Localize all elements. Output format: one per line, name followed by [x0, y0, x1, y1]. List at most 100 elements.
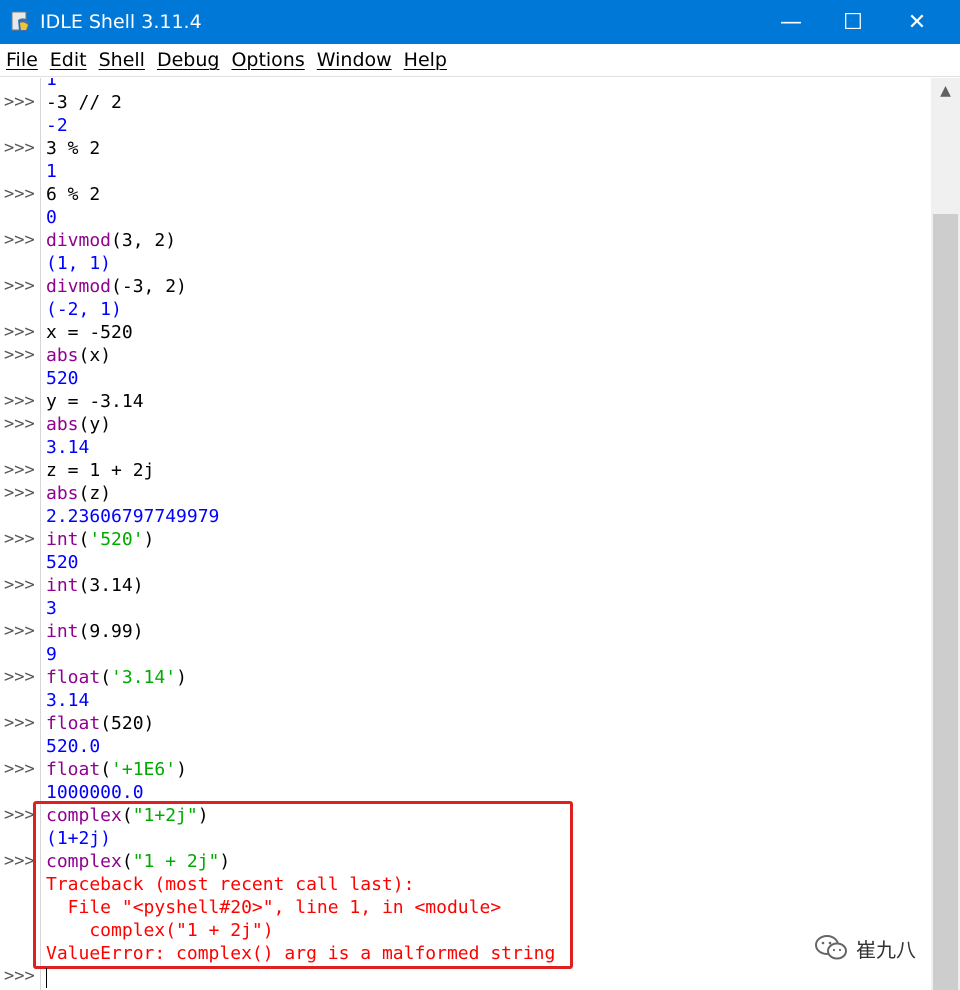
shell-token: '+1E6' — [111, 759, 177, 780]
shell-line: 3.14 — [46, 436, 89, 459]
highlight-annotation-box — [33, 801, 573, 969]
shell-line: int(3.14) — [46, 574, 144, 597]
maximize-button[interactable]: ☐ — [822, 0, 884, 44]
shell-token: '520' — [89, 529, 144, 550]
text-cursor — [46, 968, 47, 988]
shell-token: (3.14) — [78, 575, 144, 596]
menu-help[interactable]: Help — [404, 49, 447, 71]
shell-token: (3, 2) — [111, 230, 177, 251]
scroll-up-arrow-icon[interactable]: ▲ — [931, 78, 960, 104]
shell-token: int — [46, 621, 79, 642]
shell-token: '3.14' — [111, 667, 177, 688]
shell-token: ( — [100, 667, 112, 688]
shell-token: 520 — [46, 552, 79, 573]
shell-line: divmod(3, 2) — [46, 229, 176, 252]
shell-token: abs — [46, 414, 79, 435]
shell-token: divmod — [46, 276, 112, 297]
menu-file[interactable]: File — [6, 49, 38, 71]
shell-token: -2 — [46, 115, 68, 136]
shell-line: 1 — [46, 78, 57, 91]
shell-prompt: >>> — [4, 529, 35, 549]
shell-prompt: >>> — [4, 575, 35, 595]
shell-line: 3.14 — [46, 689, 89, 712]
shell-line: float('+1E6') — [46, 758, 187, 781]
shell-prompt: >>> — [4, 92, 35, 112]
menu-debug[interactable]: Debug — [157, 49, 219, 71]
shell-token: float — [46, 759, 101, 780]
shell-prompt: >>> — [4, 230, 35, 250]
shell-token: (z) — [78, 483, 112, 504]
minimize-button[interactable]: — — [760, 0, 822, 44]
shell-token: x = -520 — [46, 322, 133, 343]
shell-prompt: >>> — [4, 667, 35, 687]
close-button[interactable]: ✕ — [886, 0, 948, 44]
shell-line: 3 — [46, 597, 57, 620]
shell-line: 520 — [46, 367, 79, 390]
shell-prompt: >>> — [4, 966, 35, 986]
menu-shell[interactable]: Shell — [99, 49, 145, 71]
shell-token: 1 — [46, 161, 57, 182]
shell-prompt: >>> — [4, 713, 35, 733]
shell-line: 3 % 2 — [46, 137, 100, 160]
shell-line: 520 — [46, 551, 79, 574]
shell-token: divmod — [46, 230, 112, 251]
shell-line: -3 // 2 — [46, 91, 122, 114]
shell-prompt: >>> — [4, 391, 35, 411]
shell-token: 3 % 2 — [46, 138, 101, 159]
shell-token: 6 % 2 — [46, 184, 101, 205]
shell-prompt: >>> — [4, 414, 35, 434]
menu-edit[interactable]: Edit — [50, 49, 87, 71]
watermark: 崔九八 — [814, 932, 916, 964]
shell-token: y = -3.14 — [46, 391, 144, 412]
shell-token: (x) — [78, 345, 112, 366]
title-bar: IDLE Shell 3.11.4 — ☐ ✕ — [0, 0, 960, 44]
shell-token: float — [46, 713, 101, 734]
menu-bar: File Edit Shell Debug Options Window Hel… — [0, 44, 960, 77]
shell-line: abs(x) — [46, 344, 111, 367]
scroll-thumb[interactable] — [933, 214, 958, 990]
shell-token: (520) — [100, 713, 155, 734]
vertical-scrollbar[interactable]: ▲ — [931, 78, 960, 990]
shell-token: (-2, 1) — [46, 299, 122, 320]
shell-prompt: >>> — [4, 138, 35, 158]
shell-token: 520 — [46, 368, 79, 389]
shell-line: 1 — [46, 160, 57, 183]
shell-token: 1000000.0 — [46, 782, 144, 803]
shell-token: 0 — [46, 207, 57, 228]
shell-prompt: >>> — [4, 621, 35, 641]
shell-token: ) — [176, 667, 187, 688]
shell-token: int — [46, 529, 79, 550]
shell-prompt: >>> — [4, 276, 35, 296]
shell-line: 9 — [46, 643, 57, 666]
shell-token: ( — [100, 759, 112, 780]
shell-line: x = -520 — [46, 321, 133, 344]
shell-token: 520.0 — [46, 736, 101, 757]
shell-token: abs — [46, 345, 79, 366]
shell-line: 6 % 2 — [46, 183, 100, 206]
shell-line: 520.0 — [46, 735, 100, 758]
shell-line: z = 1 + 2j — [46, 459, 154, 482]
shell-prompt: >>> — [4, 460, 35, 480]
shell-token: (-3, 2) — [111, 276, 187, 297]
shell-prompt: >>> — [4, 759, 35, 779]
shell-line: y = -3.14 — [46, 390, 144, 413]
shell-line: (1, 1) — [46, 252, 111, 275]
shell-line: -2 — [46, 114, 68, 137]
shell-token: 1 — [46, 78, 57, 90]
shell-token: (9.99) — [78, 621, 144, 642]
menu-window[interactable]: Window — [317, 49, 392, 71]
shell-token: 3.14 — [46, 690, 90, 711]
shell-prompt: >>> — [4, 184, 35, 204]
shell-line: abs(z) — [46, 482, 111, 505]
shell-token: 2.23606797749979 — [46, 506, 220, 527]
shell-token: ( — [78, 529, 90, 550]
shell-token: 3 — [46, 598, 57, 619]
shell-prompt: >>> — [4, 805, 35, 825]
menu-options[interactable]: Options — [231, 49, 304, 71]
shell-line: divmod(-3, 2) — [46, 275, 187, 298]
shell-line: 0 — [46, 206, 57, 229]
shell-line: abs(y) — [46, 413, 111, 436]
shell-token: z = 1 + 2j — [46, 460, 155, 481]
shell-token: -3 // 2 — [46, 92, 122, 113]
shell-line: 2.23606797749979 — [46, 505, 219, 528]
